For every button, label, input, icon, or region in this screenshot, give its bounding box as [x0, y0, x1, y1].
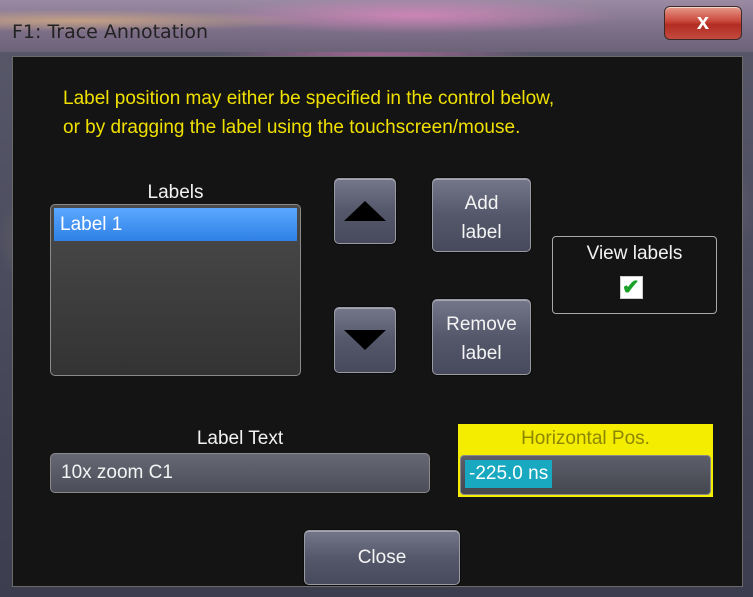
horizontal-pos-inner: -225.0 ns [460, 455, 711, 495]
labels-heading: Labels [147, 182, 204, 203]
trace-annotation-dialog: F1: Trace Annotation x Label position ma… [0, 0, 753, 597]
instruction-line: or by dragging the label using the touch… [63, 117, 521, 138]
label-text-heading: Label Text [196, 428, 284, 449]
close-button[interactable]: Close [304, 530, 460, 585]
add-label-button[interactable]: Add label [432, 178, 531, 252]
view-labels-group: View labels [552, 236, 717, 314]
remove-label-line1: Remove [446, 314, 517, 335]
up-arrow-icon [344, 201, 386, 221]
remove-label-text: Remove label [433, 310, 530, 368]
label-text-input[interactable]: 10x zoom C1 [50, 453, 430, 493]
remove-label-button[interactable]: Remove label [432, 299, 531, 375]
checkmark-icon: ✔ [622, 276, 640, 299]
down-arrow-icon [344, 330, 386, 350]
move-down-button[interactable] [334, 307, 396, 373]
window-close-button[interactable]: x [664, 6, 742, 40]
horizontal-pos-value[interactable]: -225.0 ns [465, 460, 553, 488]
list-item[interactable]: Label 1 [54, 208, 297, 241]
remove-label-line2: label [461, 343, 502, 364]
instructions-text: Label position may either be specified i… [63, 84, 743, 142]
add-label-line1: Add [464, 193, 499, 214]
horizontal-pos-field[interactable]: -225.0 ns [458, 453, 713, 497]
dialog-title: F1: Trace Annotation [12, 21, 209, 43]
horizontal-pos-heading: Horizontal Pos. [458, 424, 713, 454]
add-label-line2: label [461, 222, 502, 243]
instruction-line: Label position may either be specified i… [63, 88, 555, 109]
move-up-button[interactable] [334, 178, 396, 244]
add-label-text: Add label [433, 189, 530, 247]
labels-listbox[interactable]: Label 1 [50, 204, 301, 376]
view-labels-label: View labels [586, 243, 683, 264]
title-bar: F1: Trace Annotation x [0, 0, 753, 52]
view-labels-checkbox[interactable]: ✔ [620, 276, 643, 299]
